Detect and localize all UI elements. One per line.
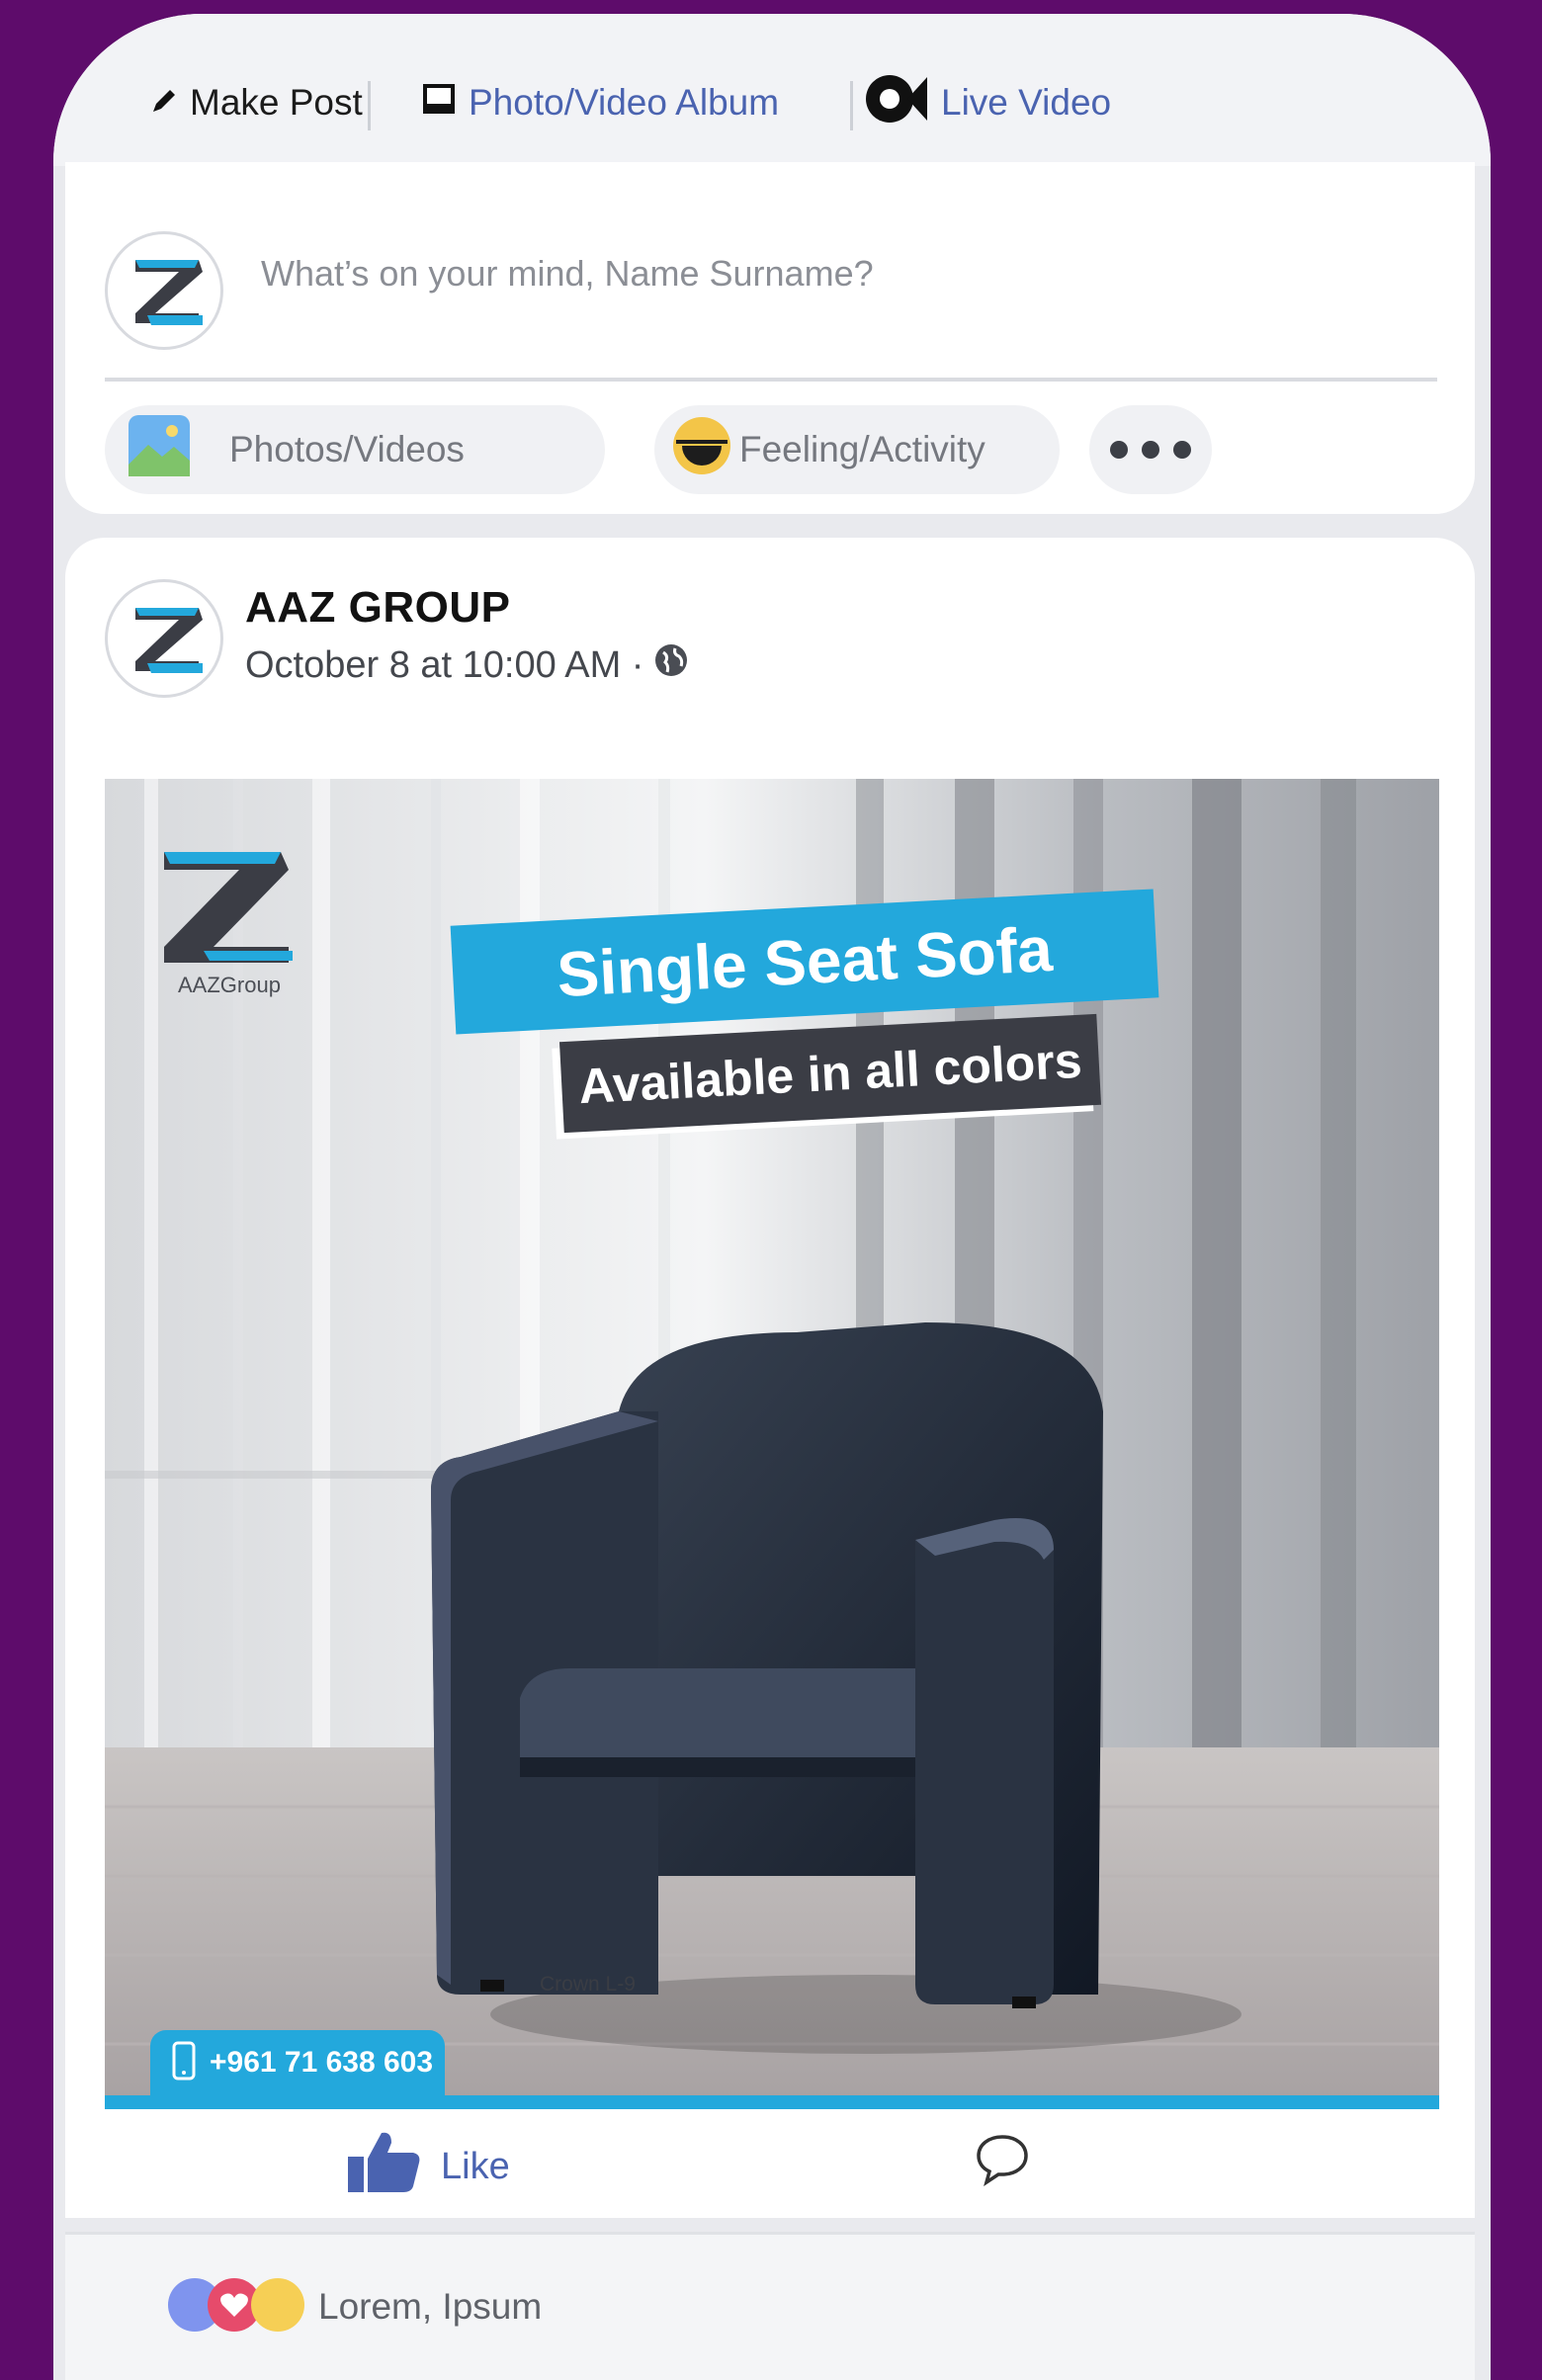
status-input[interactable]: What’s on your mind, Name Surname? [261,253,874,295]
post-timestamp: October 8 at 10:00 AM · [245,642,689,688]
photo-album-label: Photo/Video Album [469,82,780,123]
reactions-summary[interactable]: Lorem, Ipsum [65,2232,1475,2380]
post-image[interactable]: Single Seat Sofa Available in all colors… [105,779,1439,2109]
reaction-icons [168,2278,316,2334]
divider [105,378,1437,382]
brand-label: AAZGroup [178,973,281,997]
pencil-icon [150,82,178,124]
more-options-button[interactable] [1089,405,1212,494]
post-type-bar: Make Post Photo/Video Album Live Video [53,14,1491,166]
haha-reaction-icon [251,2278,304,2332]
feeling-activity-label: Feeling/Activity [739,429,985,469]
divider [368,81,371,130]
composer-card: What’s on your mind, Name Surname? Photo… [65,162,1475,514]
post-card: AAZ GROUP October 8 at 10:00 AM · Single… [65,538,1475,2218]
aaz-logo-icon [135,260,203,325]
live-video-button[interactable]: Live Video [864,73,1111,132]
comment-button[interactable] [975,2131,1030,2191]
like-label: Like [441,2145,510,2187]
divider [850,81,853,130]
globe-icon [653,642,689,688]
image-accent-bar [105,2095,1439,2109]
aaz-logo-icon [135,608,203,673]
ad-subtitle: Available in all colors [577,1032,1083,1115]
avatar[interactable] [105,231,223,350]
more-dot-icon [1142,441,1159,459]
reaction-names: Lorem, Ipsum [318,2286,543,2327]
mobile-phone-icon [172,2041,196,2085]
smiley-icon [672,416,731,484]
album-icon [421,81,457,126]
phone-number: +961 71 638 603 [210,2046,434,2079]
model-label: Crown L-9 [540,1973,636,1996]
author-name[interactable]: AAZ GROUP [245,583,511,633]
photos-videos-label: Photos/Videos [229,429,465,469]
ad-title: Single Seat Sofa [555,912,1055,1011]
feeling-activity-button[interactable]: Feeling/Activity [654,405,1060,494]
live-video-label: Live Video [941,82,1112,123]
phone-badge: +961 71 638 603 [150,2030,445,2095]
photos-videos-button[interactable]: Photos/Videos [105,405,605,494]
author-avatar[interactable] [105,579,223,698]
timestamp-text[interactable]: October 8 at 10:00 AM · [245,644,643,687]
photo-album-button[interactable]: Photo/Video Album [421,73,779,132]
image-icon [128,414,190,485]
like-button[interactable]: Like [348,2129,510,2204]
thumbs-up-icon [348,2129,421,2204]
more-dot-icon [1173,441,1191,459]
make-post-label: Make Post [190,82,363,123]
more-dot-icon [1110,441,1128,459]
post-actions: Like [65,2109,1475,2218]
phone-frame: Make Post Photo/Video Album Live Video W… [53,14,1491,2380]
comment-bubble-icon [977,2135,1028,2187]
make-post-button[interactable]: Make Post [150,73,363,132]
video-camera-icon [864,71,929,135]
